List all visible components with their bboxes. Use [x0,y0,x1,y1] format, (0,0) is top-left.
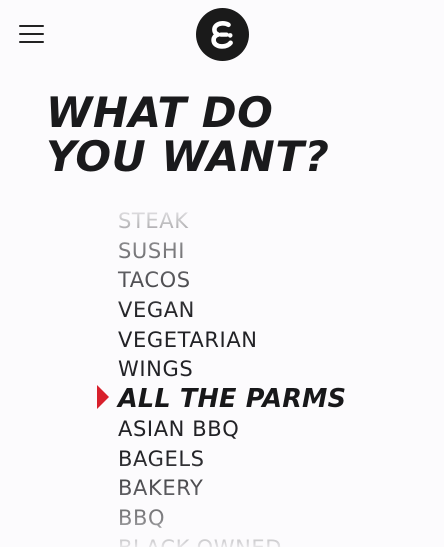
menu-icon-bar [19,41,44,43]
picker-item-asian-bbq[interactable]: ASIAN BBQ [118,415,438,445]
menu-button[interactable] [18,22,46,46]
picker-item-bakery[interactable]: BAKERY [118,474,438,504]
category-picker[interactable]: STEAK SUSHI TACOS VEGAN VEGETARIAN WINGS… [0,205,444,547]
triangle-right-icon [97,385,109,409]
picker-item-steak[interactable]: STEAK [118,207,438,237]
picker-item-bagels[interactable]: BAGELS [118,445,438,475]
logo-button[interactable] [196,8,249,61]
title-line-2: YOU WANT? [46,132,330,181]
title-line-1: WHAT DO [46,88,274,137]
picker-item-all-the-parms[interactable]: ALL THE PARMS [118,384,438,415]
picker-item-wings[interactable]: WINGS [118,355,438,385]
menu-icon-bar [19,33,44,35]
category-list: STEAK SUSHI TACOS VEGAN VEGETARIAN WINGS… [118,207,438,547]
epsilon-logo-icon [196,8,249,61]
page-title: WHAT DO YOU WANT? [46,91,426,179]
picker-item-tacos[interactable]: TACOS [118,266,438,296]
menu-icon-bar [19,25,44,27]
picker-item-sushi[interactable]: SUSHI [118,237,438,267]
picker-item-vegetarian[interactable]: VEGETARIAN [118,326,438,356]
picker-item-vegan[interactable]: VEGAN [118,296,438,326]
picker-item-bbq[interactable]: BBQ [118,504,438,534]
picker-item-black-owned[interactable]: BLACK-OWNED [118,534,438,547]
